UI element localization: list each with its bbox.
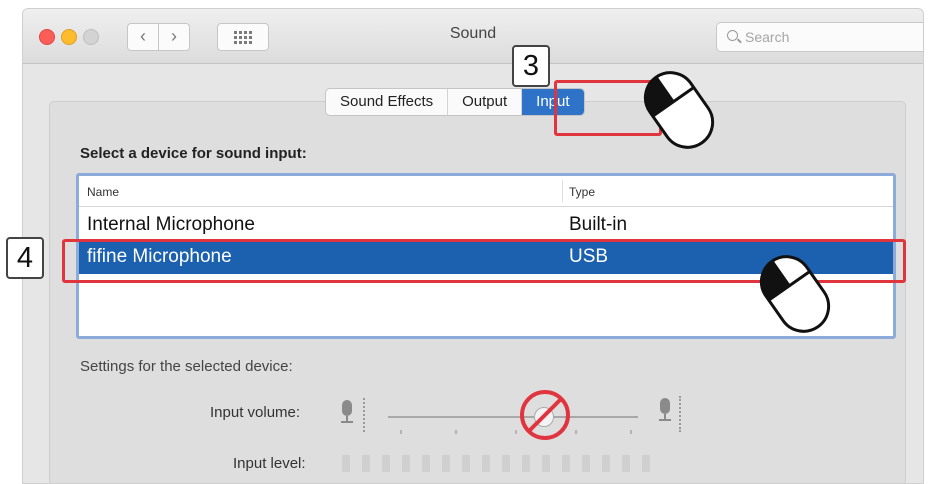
microphone-low-icon <box>340 400 354 423</box>
sound-wave-high-icon <box>679 396 684 432</box>
search-placeholder: Search <box>745 29 790 45</box>
microphone-high-icon <box>658 398 672 421</box>
title-bar: ‹ › Sound Search <box>23 9 923 64</box>
search-field[interactable]: Search <box>716 22 923 52</box>
slider-tick <box>515 430 517 434</box>
search-icon <box>727 30 738 41</box>
tab-sound-effects[interactable]: Sound Effects <box>326 89 449 115</box>
slider-tick <box>400 430 402 434</box>
input-volume-label: Input volume: <box>210 404 301 421</box>
mouse-click-icon <box>643 71 715 149</box>
tab-output[interactable]: Output <box>448 89 523 115</box>
step-3-badge: 3 <box>512 45 550 87</box>
slider-tick <box>575 430 577 434</box>
input-level-label: Input level: <box>233 455 306 472</box>
sound-tabs: Sound Effects Output Input <box>325 88 585 116</box>
device-name: Internal Microphone <box>87 214 255 235</box>
input-level-meter <box>342 455 650 472</box>
slider-tick <box>455 430 457 434</box>
sound-wave-low-icon <box>363 398 368 432</box>
device-section-heading: Select a device for sound input: <box>80 145 307 162</box>
mouse-click-icon <box>759 255 831 333</box>
column-header-name[interactable]: Name <box>87 185 119 199</box>
table-row[interactable]: Internal Microphone Built-in <box>79 210 893 242</box>
settings-heading: Settings for the selected device: <box>80 358 293 375</box>
step-4-badge: 4 <box>6 237 44 279</box>
slider-tick <box>630 430 632 434</box>
device-type: Built-in <box>569 214 628 235</box>
column-header-type[interactable]: Type <box>569 185 595 199</box>
column-divider <box>562 180 563 202</box>
table-header: Name Type <box>79 176 893 207</box>
input-volume-slider[interactable] <box>388 416 638 418</box>
prohibited-icon <box>520 390 570 440</box>
